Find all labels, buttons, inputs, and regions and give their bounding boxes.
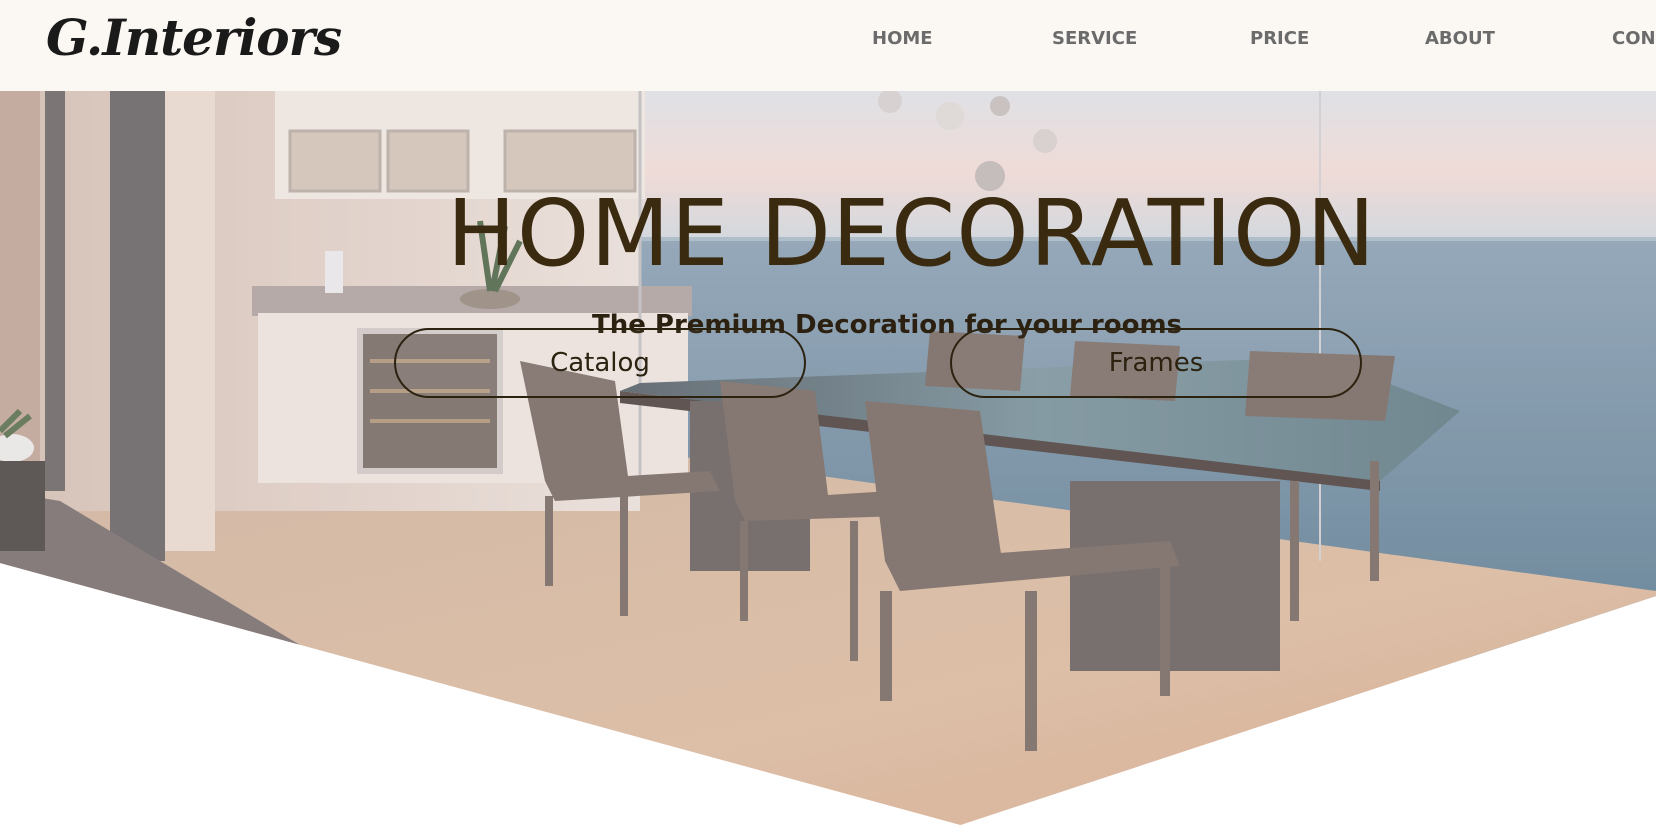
- site-logo[interactable]: G.Interiors: [46, 8, 342, 67]
- hero-subtitle: The Premium Decoration for your rooms: [591, 310, 1183, 340]
- nav-home-link[interactable]: HOME: [872, 28, 933, 49]
- frames-button[interactable]: Frames: [950, 328, 1362, 398]
- nav-about-link[interactable]: ABOUT: [1425, 28, 1495, 49]
- hero-section: HOME DECORATION The Premium Decoration f…: [0, 91, 1656, 825]
- nav-service-link[interactable]: SERVICE: [1052, 28, 1137, 49]
- hero-title: HOME DECORATION: [446, 180, 1377, 287]
- nav-contact-link[interactable]: CON: [1612, 28, 1656, 49]
- nav-price-link[interactable]: PRICE: [1250, 28, 1309, 49]
- page: G.Interiors HOME SERVICE PRICE ABOUT CON: [0, 0, 1656, 825]
- top-navbar: G.Interiors HOME SERVICE PRICE ABOUT CON: [0, 0, 1656, 91]
- catalog-button[interactable]: Catalog: [394, 328, 806, 398]
